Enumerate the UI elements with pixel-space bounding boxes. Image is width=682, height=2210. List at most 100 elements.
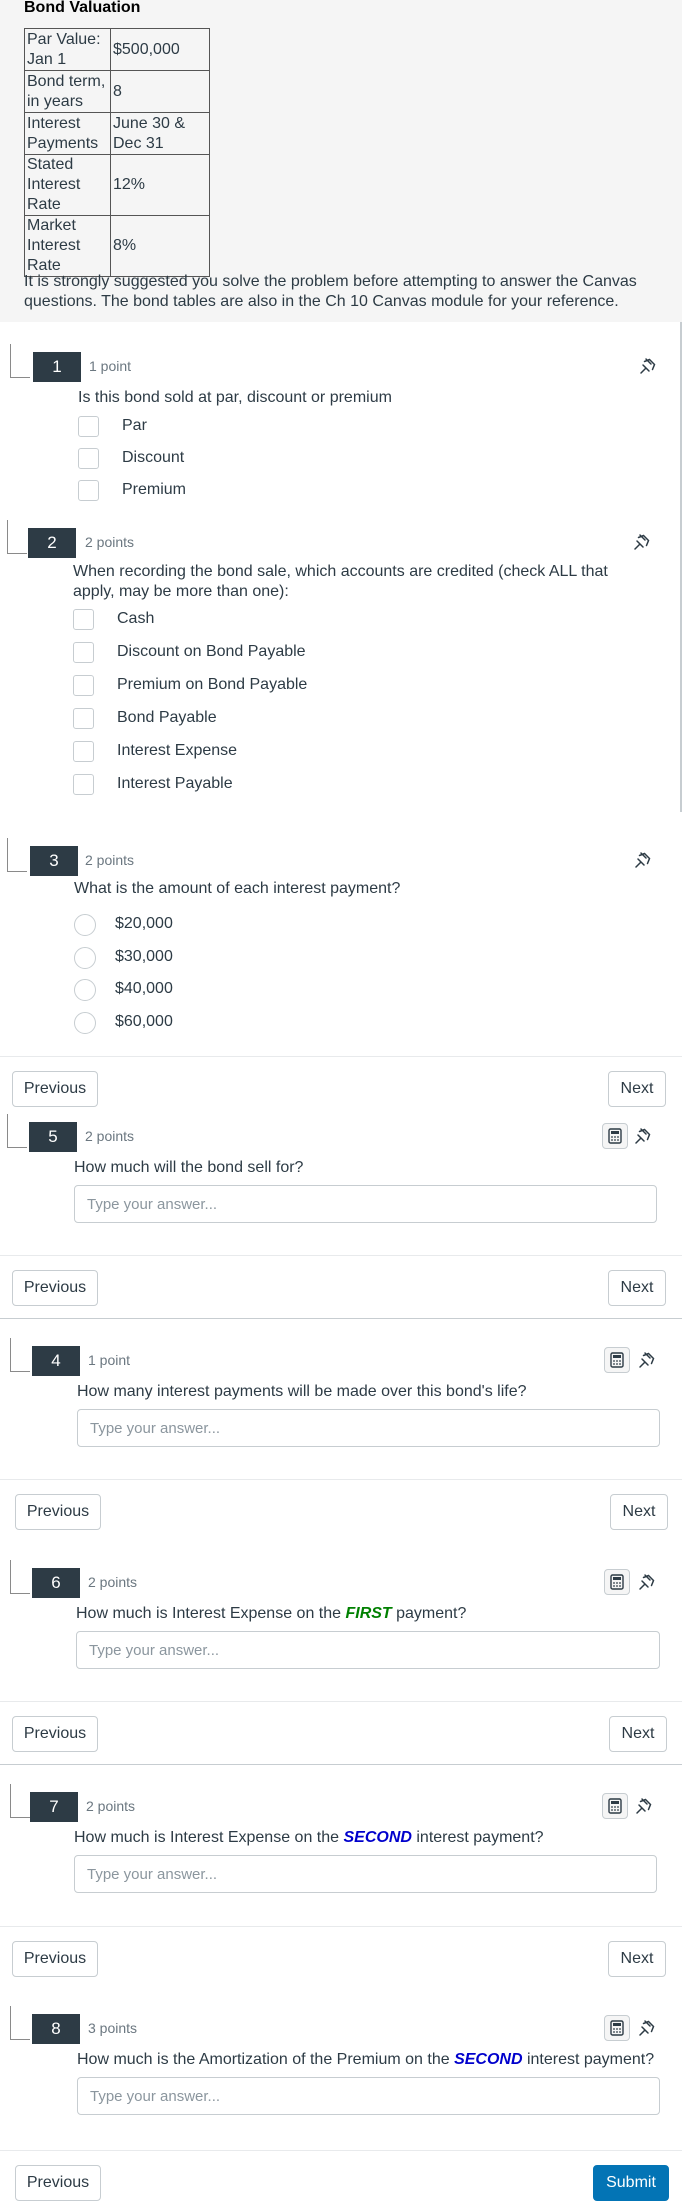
option-label: Premium on Bond Payable bbox=[117, 676, 308, 693]
question-bracket bbox=[10, 344, 30, 378]
calculator-button[interactable] bbox=[604, 1347, 630, 1373]
calculator-icon bbox=[608, 1798, 622, 1814]
option-label: Premium bbox=[122, 481, 187, 498]
answer-input[interactable] bbox=[76, 1631, 660, 1669]
divider bbox=[0, 1479, 682, 1480]
question-text: How much is Interest Expense on the SECO… bbox=[74, 1828, 544, 1848]
table-row: Par Value: Jan 1 $500,000 bbox=[24, 28, 210, 71]
next-button[interactable]: Next bbox=[610, 1494, 668, 1530]
previous-button[interactable]: Previous bbox=[12, 1270, 98, 1306]
question-text: How many interest payments will be made … bbox=[77, 1383, 527, 1400]
table-row: Interest Payments June 30 & Dec 31 bbox=[24, 112, 210, 155]
checkbox[interactable] bbox=[73, 708, 94, 729]
checkbox[interactable] bbox=[73, 675, 94, 696]
question-text: How much will the bond sell for? bbox=[74, 1159, 304, 1176]
question-1: 1 1 point Is this bond sold at par, disc… bbox=[0, 344, 682, 504]
emphasis-second: SECOND bbox=[343, 1829, 412, 1846]
calculator-button[interactable] bbox=[604, 2015, 630, 2041]
answer-input[interactable] bbox=[77, 1409, 660, 1447]
divider bbox=[0, 1764, 682, 1765]
radio-button[interactable] bbox=[74, 947, 96, 969]
table-cell-label: Bond term, in years bbox=[24, 70, 111, 113]
table-cell-label: Interest Payments bbox=[24, 112, 111, 155]
next-button[interactable]: Next bbox=[608, 1941, 666, 1977]
next-button[interactable]: Next bbox=[608, 1071, 666, 1107]
checkbox[interactable] bbox=[78, 480, 99, 501]
option-label: $60,000 bbox=[115, 1013, 173, 1030]
question-points: 3 points bbox=[88, 2020, 138, 2036]
answer-input[interactable] bbox=[77, 2077, 660, 2115]
question-2: 2 2 points When recording the bond sale,… bbox=[0, 520, 682, 800]
radio-button[interactable] bbox=[74, 1012, 96, 1034]
divider bbox=[0, 1056, 682, 1057]
table-row: Bond term, in years 8 bbox=[24, 70, 210, 113]
question-text-part: payment? bbox=[391, 1605, 467, 1622]
pin-icon[interactable] bbox=[635, 1797, 653, 1815]
checkbox[interactable] bbox=[78, 416, 99, 437]
intro-section: Bond Valuation Par Value: Jan 1 $500,000… bbox=[0, 0, 682, 322]
question-number: 7 bbox=[30, 1792, 78, 1822]
emphasis-first: FIRST bbox=[345, 1605, 392, 1622]
question-text-part: interest payment? bbox=[411, 1829, 544, 1846]
checkbox[interactable] bbox=[78, 448, 99, 469]
table-row: Market Interest Rate 8% bbox=[24, 215, 210, 277]
next-button[interactable]: Next bbox=[609, 1716, 667, 1752]
calculator-button[interactable] bbox=[602, 1793, 628, 1819]
radio-button[interactable] bbox=[74, 979, 96, 1001]
pin-icon[interactable] bbox=[638, 2019, 656, 2037]
submit-button[interactable]: Submit bbox=[593, 2165, 669, 2201]
question-7: 7 2 points How much is Interest Expense … bbox=[0, 1784, 682, 1894]
calculator-icon bbox=[608, 1128, 622, 1144]
calculator-button[interactable] bbox=[604, 1569, 630, 1595]
calculator-button[interactable] bbox=[602, 1123, 628, 1149]
question-points: 2 points bbox=[85, 852, 135, 868]
previous-button[interactable]: Previous bbox=[12, 1941, 98, 1977]
answer-input[interactable] bbox=[74, 1185, 657, 1223]
question-bracket bbox=[7, 1114, 27, 1148]
question-number: 8 bbox=[32, 2014, 80, 2044]
question-number: 2 bbox=[28, 528, 76, 558]
option-label: Interest Payable bbox=[117, 775, 233, 792]
calculator-icon bbox=[610, 2020, 624, 2036]
question-text-part: How much is Interest Expense on the bbox=[74, 1829, 344, 1846]
checkbox[interactable] bbox=[73, 642, 94, 663]
option-label: $30,000 bbox=[115, 948, 173, 965]
previous-button[interactable]: Previous bbox=[12, 1716, 98, 1752]
option-label: Bond Payable bbox=[117, 709, 217, 726]
pin-icon[interactable] bbox=[634, 851, 652, 869]
question-bracket bbox=[10, 1784, 30, 1818]
question-6: 6 2 points How much is Interest Expense … bbox=[0, 1560, 682, 1670]
answer-input[interactable] bbox=[74, 1855, 657, 1893]
intro-note: It is strongly suggested you solve the p… bbox=[24, 273, 637, 310]
radio-button[interactable] bbox=[74, 914, 96, 936]
question-text-part: How much is Interest Expense on the bbox=[76, 1605, 346, 1622]
question-text: How much is the Amortization of the Prem… bbox=[77, 2050, 654, 2070]
checkbox[interactable] bbox=[73, 741, 94, 762]
checkbox[interactable] bbox=[73, 774, 94, 795]
calculator-icon bbox=[610, 1574, 624, 1590]
divider bbox=[0, 1926, 682, 1927]
question-points: 2 points bbox=[88, 1574, 138, 1590]
question-3: 3 2 points What is the amount of each in… bbox=[0, 838, 682, 1034]
previous-button[interactable]: Previous bbox=[15, 2165, 101, 2201]
question-5: 5 2 points How much will the bond sell f… bbox=[0, 1114, 682, 1224]
checkbox[interactable] bbox=[73, 609, 94, 630]
table-cell-value: June 30 & Dec 31 bbox=[110, 112, 210, 155]
pin-icon[interactable] bbox=[638, 1573, 656, 1591]
table-cell-value: 12% bbox=[110, 154, 210, 216]
pin-icon[interactable] bbox=[633, 533, 651, 551]
pin-icon[interactable] bbox=[634, 1127, 652, 1145]
question-number: 1 bbox=[33, 352, 81, 382]
pin-icon[interactable] bbox=[639, 357, 657, 375]
pin-icon[interactable] bbox=[638, 1351, 656, 1369]
question-points: 2 points bbox=[85, 1128, 135, 1144]
table-cell-value: $500,000 bbox=[110, 28, 210, 71]
question-bracket bbox=[7, 838, 27, 872]
question-number: 5 bbox=[29, 1122, 77, 1152]
option-label: Discount on Bond Payable bbox=[117, 643, 306, 660]
previous-button[interactable]: Previous bbox=[12, 1071, 98, 1107]
next-button[interactable]: Next bbox=[608, 1270, 666, 1306]
page-title: Bond Valuation bbox=[24, 0, 141, 16]
previous-button[interactable]: Previous bbox=[15, 1494, 101, 1530]
question-text: When recording the bond sale, which acco… bbox=[73, 563, 608, 600]
